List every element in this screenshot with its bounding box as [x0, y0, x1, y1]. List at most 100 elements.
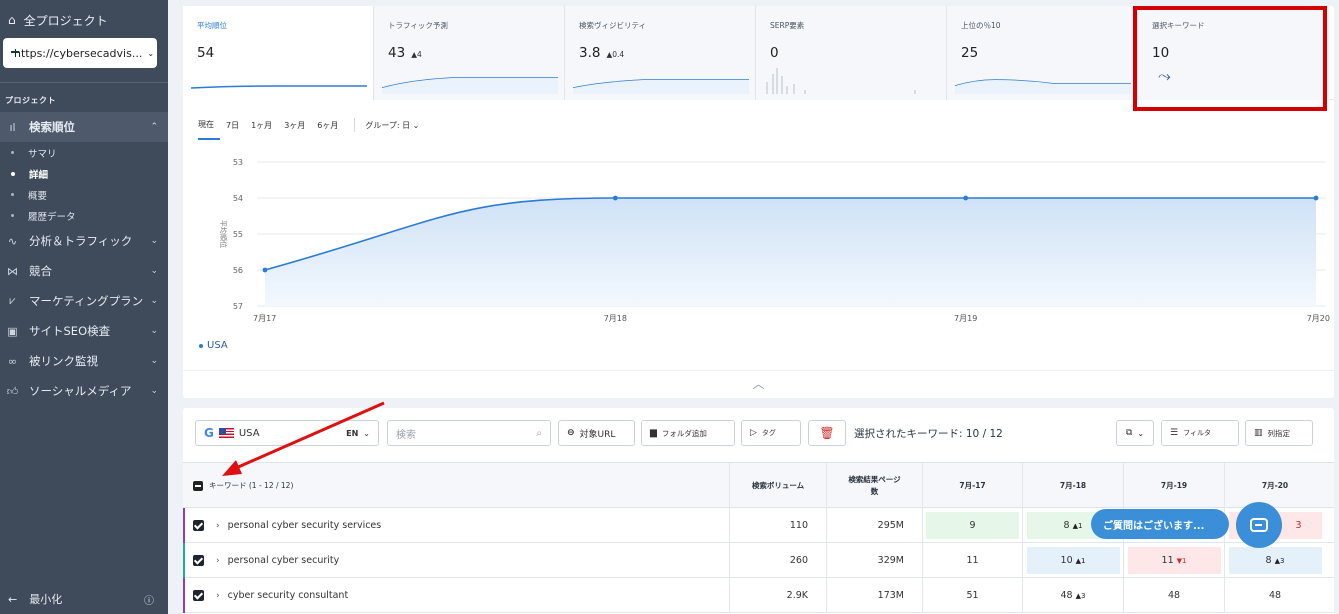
row-color-marker: [183, 508, 185, 543]
row-checkbox[interactable]: [193, 520, 204, 531]
thumbs-up-icon: 👍︎: [6, 384, 19, 398]
group-by-select[interactable]: グループ: 日 ⌄: [365, 120, 419, 139]
table-row[interactable]: › personal cyber security 260 329M 11 10…: [183, 543, 1334, 578]
expand-row-icon[interactable]: ›: [216, 591, 220, 601]
sidebar-item-rankings[interactable]: ıl 検索順位 ⌃: [0, 112, 168, 142]
delete-button[interactable]: 🗑︎: [808, 420, 846, 446]
chart-legend[interactable]: USA: [199, 340, 228, 351]
sparkline: [955, 79, 1131, 94]
column-header-date-4[interactable]: 7月-20: [1224, 463, 1325, 508]
timeline-tabs: 現在 7日 1ヶ月 3ヶ月 6ヶ月 グループ: 日 ⌄: [198, 118, 419, 140]
sidebar-subitem-history[interactable]: 履歴データ: [0, 205, 168, 226]
arrow-left-icon: ←: [8, 592, 18, 606]
chat-button[interactable]: [1236, 502, 1282, 548]
table-header: キーワード (1 - 12 / 12) 検索ボリューム 検索結果ページ 数 7月…: [183, 462, 1334, 508]
x-tick-label: 7月20: [1307, 314, 1330, 323]
position-chart: 53 54 55 56 57 平均順位 7月17 7月18 7月19 7月20: [219, 158, 1330, 323]
copy-button[interactable]: ⧉ ⌄: [1116, 420, 1154, 446]
chevron-down-icon: ⌄: [150, 236, 158, 246]
tab-7d[interactable]: 7日: [226, 120, 245, 139]
us-flag-icon: [218, 428, 234, 438]
column-header-volume[interactable]: 検索ボリューム: [729, 463, 826, 508]
tab-3m[interactable]: 3ヶ月: [284, 120, 311, 139]
deselect-all-checkbox[interactable]: [193, 480, 203, 491]
metric-serp-features[interactable]: SERP要素 0: [756, 6, 947, 100]
row-checkbox[interactable]: [193, 590, 204, 601]
chevron-up-icon: ︿: [752, 377, 765, 391]
column-header-results[interactable]: 検索結果ページ 数: [826, 463, 922, 508]
sidebar-subitem-overview[interactable]: 概要: [0, 184, 168, 205]
legend-dot-icon: [199, 343, 203, 348]
chevron-down-icon: ⌄: [150, 386, 158, 396]
minimize-sidebar-button[interactable]: ← 最小化 ⓘ: [0, 584, 168, 614]
keywords-toolbar: G USA EN ⌄ 検索 ⌕ ⊖ 対象URL ▆ フォルダ追加 ▷ タグ 🗑︎…: [195, 420, 1325, 448]
add-folder-button[interactable]: ▆ フォルダ追加: [641, 420, 735, 446]
chevron-down-icon: ⌄: [150, 296, 158, 306]
sidebar-item-social[interactable]: 👍︎ ソーシャルメディア ⌄: [0, 376, 168, 406]
y-tick-label: 53: [233, 158, 243, 167]
tab-6m[interactable]: 6ヶ月: [317, 120, 344, 139]
link-icon: ⊖: [567, 428, 575, 438]
folder-plus-icon: ▆: [650, 428, 657, 438]
tab-1m[interactable]: 1ヶ月: [251, 120, 278, 139]
metric-search-visibility[interactable]: 検索ヴィジビリティ 3.8 ▲0.4: [565, 6, 756, 100]
y-axis-label: 平均順位: [219, 220, 228, 248]
trend-chart-icon: ⤳: [1158, 66, 1171, 85]
y-tick-label: 54: [233, 194, 243, 203]
serp-bars: [766, 68, 916, 94]
all-projects-link[interactable]: ⌂ 全プロジェクト: [0, 0, 168, 30]
x-tick-label: 7月19: [954, 314, 977, 323]
column-header-date-3[interactable]: 7月-19: [1123, 463, 1224, 508]
filter-button[interactable]: ☰ フィルタ: [1161, 420, 1239, 446]
copy-icon: ⧉: [1125, 428, 1133, 438]
bullet-icon: [11, 193, 14, 196]
sidebar-subitem-details[interactable]: 詳細: [0, 163, 168, 184]
table-row[interactable]: › cyber security consultant 2.9K 173M 51…: [183, 578, 1334, 613]
row-color-marker: [183, 578, 185, 613]
columns-icon: ▥: [1254, 428, 1263, 438]
bullet-icon: [11, 151, 14, 154]
y-tick-label: 56: [233, 266, 243, 275]
row-checkbox[interactable]: [193, 555, 204, 566]
chat-prompt[interactable]: ご質問はございます...: [1091, 509, 1229, 539]
sidebar-item-competitors[interactable]: ⋈ 競合 ⌄: [0, 256, 168, 286]
search-input[interactable]: 検索 ⌕: [387, 420, 551, 446]
expand-row-icon[interactable]: ›: [216, 521, 220, 531]
tab-now[interactable]: 現在: [198, 119, 220, 140]
chevron-down-icon: ⌄: [1137, 428, 1145, 438]
trash-icon: 🗑︎: [819, 426, 835, 440]
project-select[interactable]: https://cybersecadvis... ⌄: [3, 38, 157, 68]
column-header-date-2[interactable]: 7月-18: [1022, 463, 1123, 508]
sidebar-item-analytics[interactable]: ∿ 分析＆トラフィック ⌄: [0, 226, 168, 256]
sidebar-subitem-summary[interactable]: サマリ: [0, 142, 168, 163]
help-icon[interactable]: ⓘ: [144, 592, 154, 607]
filter-icon: ☰: [1170, 428, 1179, 438]
collapse-chart-button[interactable]: ︿: [183, 370, 1334, 398]
columns-button[interactable]: ▥ 列指定: [1245, 420, 1313, 446]
series-area: [265, 198, 1316, 306]
expand-row-icon[interactable]: ›: [216, 556, 220, 566]
column-header-date-1[interactable]: 7月-17: [922, 463, 1022, 508]
x-tick-label: 7月17: [253, 314, 276, 323]
y-tick-label: 55: [233, 230, 243, 239]
link-icon: ∞: [7, 354, 18, 368]
pulse-icon: ∿: [7, 234, 18, 248]
sidebar-item-marketing[interactable]: ⩗ マーケティングプラン ⌄: [0, 286, 168, 316]
search-engine-select[interactable]: G USA EN ⌄: [195, 420, 379, 446]
target-url-button[interactable]: ⊖ 対象URL: [558, 420, 635, 446]
y-tick-label: 57: [233, 302, 243, 311]
marketing-icon: ⩗: [9, 294, 16, 307]
chat-icon: [1250, 518, 1268, 532]
home-icon: ⌂: [8, 13, 16, 27]
metric-traffic-forecast[interactable]: トラフィック予測 43 ▲4: [374, 6, 565, 100]
sidebar-item-backlinks[interactable]: ∞ 被リンク監視 ⌄: [0, 346, 168, 376]
sidebar-item-site-audit[interactable]: ▣ サイトSEO検査 ⌄: [0, 316, 168, 346]
selected-count: 選択されたキーワード: 10 / 12: [854, 428, 1003, 440]
tag-button[interactable]: ▷ タグ: [741, 420, 801, 446]
column-header-keyword[interactable]: キーワード (1 - 12 / 12): [183, 463, 729, 508]
metric-top10-percent[interactable]: 上位の％10 25: [947, 6, 1138, 100]
metric-selected-keywords[interactable]: 選択キーワード 10 ⤳: [1138, 6, 1329, 100]
sparkline: [382, 77, 558, 94]
metric-avg-position[interactable]: 平均順位 54: [183, 6, 374, 100]
sparkline: [573, 79, 749, 94]
